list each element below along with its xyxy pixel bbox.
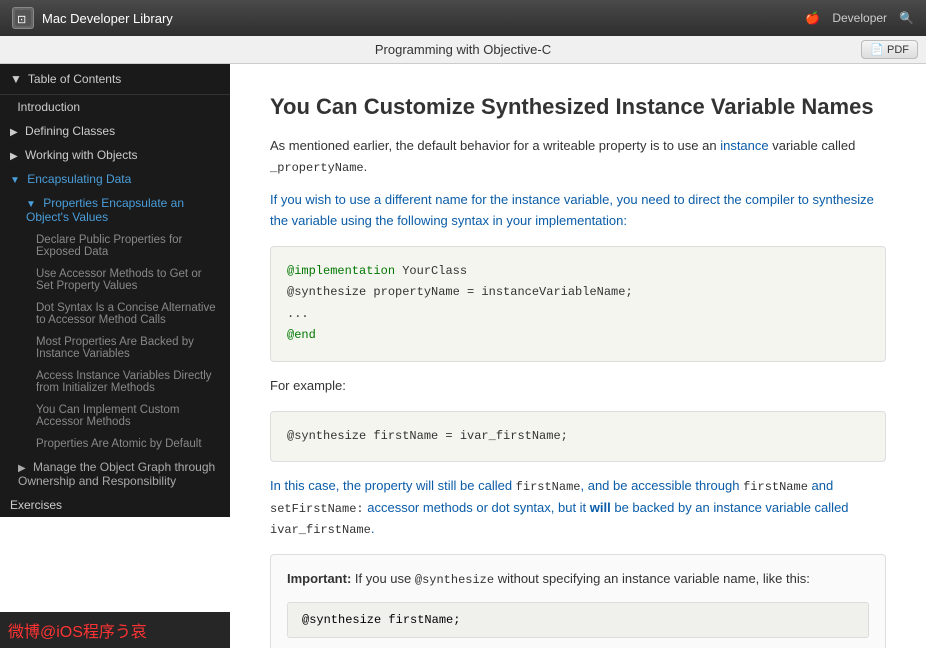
sidebar-item-properties-encapsulate[interactable]: ▼ Properties Encapsulate an Object's Val… bbox=[0, 191, 230, 229]
para-1: As mentioned earlier, the default behavi… bbox=[270, 136, 886, 178]
page-heading: You Can Customize Synthesized Instance V… bbox=[270, 94, 886, 120]
code-ivar: ivar_firstName bbox=[270, 523, 371, 537]
highlight-instance: instance bbox=[720, 138, 768, 153]
arrow-defining: ▶ bbox=[10, 127, 18, 138]
toc-arrow: ▼ bbox=[10, 72, 22, 86]
important-box: Important: If you use @synthesize withou… bbox=[270, 554, 886, 648]
will-strong: will bbox=[590, 500, 611, 515]
important-label: Important: bbox=[287, 571, 351, 586]
sidebar-item-working-objects[interactable]: ▶ Working with Objects bbox=[0, 143, 230, 167]
apple-icon: 🍎 bbox=[805, 11, 820, 25]
arrow-manage: ▶ bbox=[18, 463, 26, 474]
sidebar-item-implement-custom[interactable]: You Can Implement Custom Accessor Method… bbox=[0, 399, 230, 433]
svg-text:⊡: ⊡ bbox=[17, 14, 26, 26]
app-title: Mac Developer Library bbox=[42, 11, 173, 26]
top-bar: ⊡ Mac Developer Library 🍎 Developer 🔍 bbox=[0, 0, 926, 36]
toc-label: Table of Contents bbox=[28, 72, 121, 86]
pdf-icon: 📄 bbox=[870, 43, 884, 56]
top-bar-left: ⊡ Mac Developer Library bbox=[12, 7, 173, 29]
subtitle-bar: Programming with Objective-C 📄 PDF bbox=[0, 36, 926, 64]
code-propertyname: _propertyName bbox=[270, 161, 364, 175]
arrow-working: ▶ bbox=[10, 151, 18, 162]
for-example-label: For example: bbox=[270, 376, 886, 397]
sidebar-item-properties-atomic[interactable]: Properties Are Atomic by Default bbox=[0, 433, 230, 455]
code-firstname-1: firstName bbox=[516, 480, 581, 494]
subtitle-title: Programming with Objective-C bbox=[375, 42, 551, 57]
sidebar-item-access-instance[interactable]: Access Instance Variables Directly from … bbox=[0, 365, 230, 399]
code-synthesize-inline: @synthesize bbox=[415, 573, 494, 587]
pdf-button[interactable]: 📄 PDF bbox=[861, 40, 918, 59]
sidebar-item-introduction[interactable]: Introduction bbox=[0, 95, 230, 119]
top-bar-right: 🍎 Developer 🔍 bbox=[805, 11, 914, 25]
app-icon: ⊡ bbox=[12, 7, 34, 29]
sidebar-item-defining-classes[interactable]: ▶ Defining Classes bbox=[0, 119, 230, 143]
sidebar-wrapper: ▼ Table of Contents Introduction ▶ Defin… bbox=[0, 64, 230, 648]
toc-header[interactable]: ▼ Table of Contents bbox=[0, 64, 230, 95]
developer-label[interactable]: Developer bbox=[832, 11, 887, 25]
code-block-1: @implementation YourClass @synthesize pr… bbox=[270, 246, 886, 362]
arrow-prop-enc: ▼ bbox=[26, 199, 36, 210]
sidebar-item-encapsulating[interactable]: ▼ Encapsulating Data bbox=[0, 167, 230, 191]
code-setfirstname: setFirstName: bbox=[270, 502, 364, 516]
arrow-encap: ▼ bbox=[10, 175, 20, 186]
main-layout: ▼ Table of Contents Introduction ▶ Defin… bbox=[0, 64, 926, 648]
search-icon[interactable]: 🔍 bbox=[899, 11, 914, 25]
sidebar-item-manage-object-graph[interactable]: ▶ Manage the Object Graph through Owners… bbox=[0, 455, 230, 493]
sidebar: ▼ Table of Contents Introduction ▶ Defin… bbox=[0, 64, 230, 517]
para-3: In this case, the property will still be… bbox=[270, 476, 886, 540]
sidebar-item-declare-public[interactable]: Declare Public Properties for Exposed Da… bbox=[0, 229, 230, 263]
para-2: If you wish to use a different name for … bbox=[270, 190, 886, 232]
code-block-2: @synthesize firstName = ivar_firstName; bbox=[270, 411, 886, 463]
sidebar-watermark: 微博@iOS程序う哀 bbox=[0, 612, 230, 648]
sidebar-item-most-properties[interactable]: Most Properties Are Backed by Instance V… bbox=[0, 331, 230, 365]
sidebar-item-use-accessor[interactable]: Use Accessor Methods to Get or Set Prope… bbox=[0, 263, 230, 297]
important-header: Important: If you use @synthesize withou… bbox=[287, 569, 869, 590]
sidebar-item-dot-syntax[interactable]: Dot Syntax Is a Concise Alternative to A… bbox=[0, 297, 230, 331]
code-firstname-2: firstName bbox=[743, 480, 808, 494]
content-area: You Can Customize Synthesized Instance V… bbox=[230, 64, 926, 648]
important-code: @synthesize firstName; bbox=[287, 602, 869, 638]
sidebar-item-exercises[interactable]: Exercises bbox=[0, 493, 230, 517]
